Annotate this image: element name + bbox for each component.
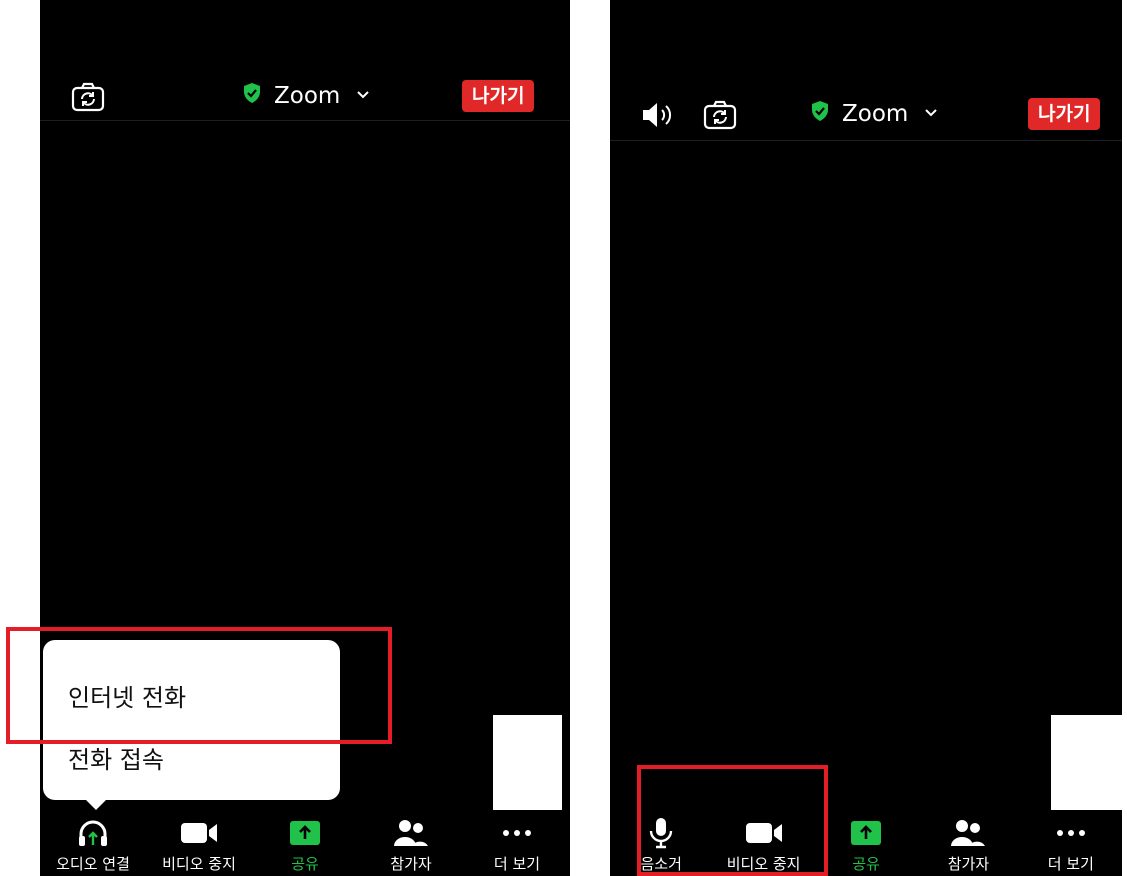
video-camera-icon [179, 817, 219, 849]
toolbar-label: 비디오 중지 [162, 855, 236, 873]
share-arrow-icon [289, 817, 321, 849]
share-arrow-icon [850, 817, 882, 849]
meeting-title: Zoom [842, 101, 909, 127]
meeting-title-dropdown[interactable]: Zoom [810, 100, 938, 128]
self-video-thumbnail[interactable] [493, 715, 562, 810]
toolbar-label: 오디오 연결 [56, 855, 130, 873]
meeting-title: Zoom [274, 83, 341, 109]
headphones-icon [76, 817, 110, 849]
more-button[interactable]: 더 보기 [464, 814, 570, 876]
highlight-box-internet-call [6, 627, 392, 744]
switch-camera-icon[interactable] [70, 80, 106, 114]
more-button[interactable]: 더 보기 [1020, 814, 1122, 876]
stop-video-button[interactable]: 비디오 중지 [146, 814, 252, 876]
participants-button[interactable]: 참가자 [917, 814, 1019, 876]
meeting-title-dropdown[interactable]: Zoom [242, 82, 370, 110]
right-meeting-screen: Zoom 나가기 음소거 비디오 중지 공유 참가자 더 보기 [610, 0, 1122, 876]
left-meeting-screen: Zoom 나가기 인터넷 전화 전화 접속 오디오 연결 비디오 중지 공유 참… [40, 0, 570, 876]
join-audio-button[interactable]: 오디오 연결 [40, 814, 146, 876]
meeting-toolbar: 오디오 연결 비디오 중지 공유 참가자 더 보기 [40, 814, 570, 876]
toolbar-label: 더 보기 [493, 855, 541, 873]
dial-in-option[interactable]: 전화 접속 [68, 740, 164, 775]
leave-button[interactable]: 나가기 [462, 80, 535, 112]
shield-check-icon [242, 82, 262, 110]
meeting-header: Zoom 나가기 [40, 76, 570, 118]
popup-pointer [85, 799, 107, 810]
chevron-down-icon [924, 106, 938, 122]
speaker-icon[interactable] [640, 100, 676, 130]
shield-check-icon [810, 100, 830, 128]
self-video-thumbnail[interactable] [1051, 715, 1122, 810]
share-button[interactable]: 공유 [815, 814, 917, 876]
participants-icon [393, 817, 429, 849]
chevron-down-icon [356, 88, 370, 104]
highlight-box-mute-video [637, 765, 828, 876]
switch-camera-icon[interactable] [702, 98, 738, 132]
meeting-header: Zoom 나가기 [610, 94, 1122, 136]
toolbar-label: 참가자 [390, 855, 432, 873]
more-dots-icon [502, 817, 532, 849]
share-button[interactable]: 공유 [252, 814, 358, 876]
header-divider [40, 120, 570, 121]
toolbar-label: 더 보기 [1047, 855, 1094, 873]
toolbar-label: 참가자 [947, 855, 990, 873]
participants-icon [950, 817, 986, 849]
more-dots-icon [1056, 817, 1086, 849]
toolbar-label: 공유 [852, 855, 880, 873]
toolbar-label: 공유 [291, 855, 319, 873]
header-divider [610, 140, 1122, 141]
leave-button[interactable]: 나가기 [1028, 98, 1101, 130]
participants-button[interactable]: 참가자 [358, 814, 464, 876]
